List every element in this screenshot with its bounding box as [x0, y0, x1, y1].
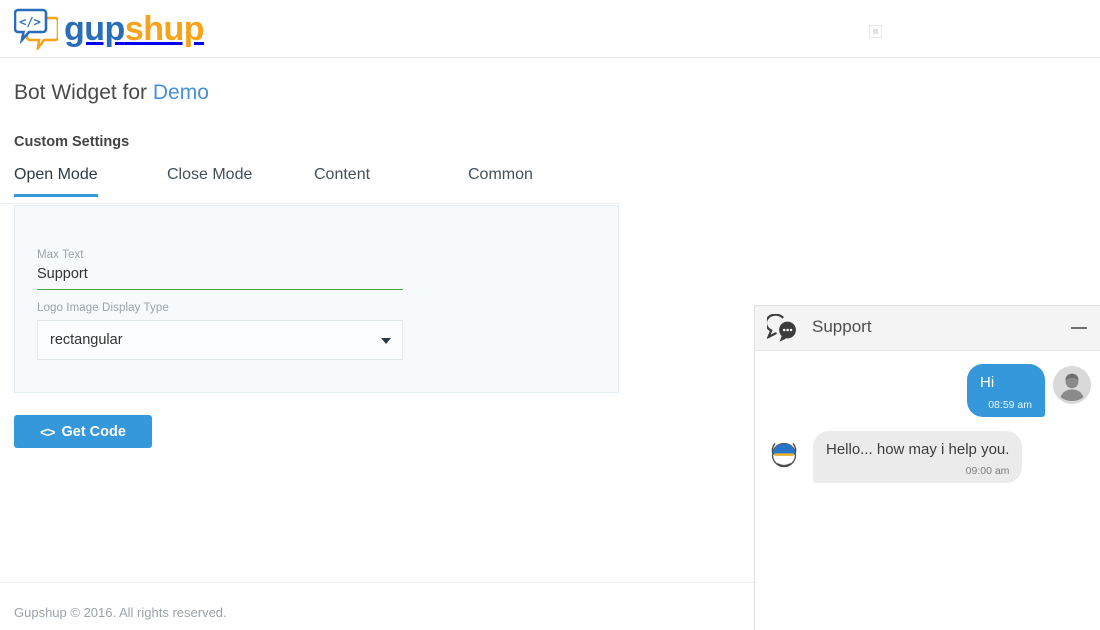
logo-display-type-label: Logo Image Display Type: [37, 302, 169, 314]
chat-bubbles-icon: [764, 313, 803, 344]
logo-display-type-value: rectangular: [50, 332, 123, 348]
settings-tabs: Open Mode Close Mode Content Common: [0, 166, 620, 204]
tab-content[interactable]: Content: [314, 166, 370, 196]
page-title: Bot Widget for Demo: [14, 81, 209, 105]
bot-avatar: [765, 435, 803, 473]
get-code-button-label: Get Code: [61, 423, 126, 440]
tab-common[interactable]: Common: [468, 166, 533, 196]
chat-widget: Support Hi 08:59 am Hello... how may i h…: [754, 305, 1100, 630]
app-root: </> gupshup Bot Widget for Demo Custom S…: [0, 0, 1100, 630]
chat-bubble-incoming: Hello... how may i help you. 09:00 am: [813, 430, 1023, 483]
max-text-input[interactable]: [37, 266, 403, 290]
user-avatar: [1053, 366, 1091, 404]
logo-display-type-select[interactable]: rectangular: [37, 320, 403, 360]
section-title: Custom Settings: [14, 134, 130, 150]
broken-image-icon: [869, 25, 882, 38]
footer-divider: [0, 582, 754, 583]
chat-message-time: 08:59 am: [988, 398, 1032, 411]
chat-message-time: 09:00 am: [965, 465, 1010, 477]
chat-message-text: Hi: [980, 374, 995, 391]
top-header-bar: </> gupshup: [0, 0, 1100, 58]
tab-open-mode[interactable]: Open Mode: [14, 166, 98, 197]
chat-message-row: Hello... how may i help you. 09:00 am: [765, 430, 1091, 483]
code-brackets-icon: <>: [40, 423, 55, 440]
chat-message-row: Hi 08:59 am: [765, 364, 1091, 417]
get-code-button[interactable]: <> Get Code: [14, 415, 152, 448]
minimize-icon[interactable]: [1071, 320, 1087, 336]
chat-message-list: Hi 08:59 am Hello... how may i help you.…: [755, 352, 1100, 630]
max-text-label: Max Text: [37, 249, 84, 261]
chat-widget-title: Support: [812, 317, 872, 336]
svg-text:</>: </>: [19, 15, 41, 29]
code-speech-bubble-icon: </>: [13, 8, 60, 53]
logo-word-shup: shup: [124, 10, 205, 48]
chevron-down-icon: [381, 338, 391, 344]
page-title-accent: Demo: [152, 81, 209, 104]
chat-bubble-outgoing: Hi 08:59 am: [967, 364, 1045, 417]
open-mode-settings-panel: Max Text Logo Image Display Type rectang…: [14, 205, 619, 393]
chat-widget-header[interactable]: Support: [755, 306, 1100, 351]
gupshup-logo[interactable]: </> gupshup: [13, 6, 205, 53]
tab-close-mode[interactable]: Close Mode: [167, 166, 252, 196]
logo-word-gup: gup: [64, 10, 125, 48]
footer-copyright: Gupshup © 2016. All rights reserved.: [14, 605, 227, 620]
logo-wordmark: gupshup: [64, 10, 205, 48]
page-title-prefix: Bot Widget for: [14, 81, 153, 104]
chat-message-text: Hello... how may i help you.: [826, 440, 1010, 458]
